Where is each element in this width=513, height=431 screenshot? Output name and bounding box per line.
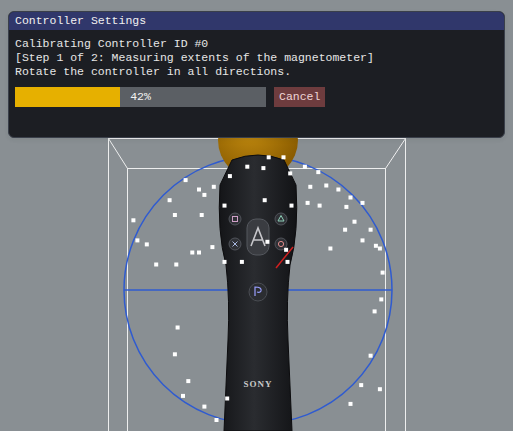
sample-point (344, 205, 348, 209)
sample-point (265, 240, 269, 244)
move-controller: SONY (218, 100, 298, 431)
sample-point (190, 251, 194, 255)
calibration-view: SONYController SettingsCalibrating Contr… (0, 0, 513, 431)
sample-point (343, 228, 347, 232)
sample-point (290, 204, 294, 208)
sample-point (282, 155, 286, 159)
sample-point (369, 228, 373, 232)
progress-fill (15, 87, 120, 107)
sample-point (245, 165, 249, 169)
sample-point (181, 394, 185, 398)
sample-point (336, 188, 340, 192)
sample-point (353, 220, 357, 224)
sample-point (286, 260, 290, 264)
sample-point (359, 383, 363, 387)
window-body: Calibrating Controller ID #0[Step 1 of 2… (9, 30, 504, 115)
sample-point (184, 178, 188, 182)
status-line: [Step 1 of 2: Measuring extents of the m… (15, 51, 498, 65)
sample-point (197, 188, 201, 192)
extent-sphere (124, 156, 392, 431)
sample-point (145, 242, 149, 246)
sample-point (316, 170, 320, 174)
sample-point (318, 204, 322, 208)
status-line: Rotate the controller in all directions. (15, 65, 498, 79)
sample-point (154, 263, 158, 267)
progress-row: 42% Cancel (15, 87, 498, 107)
sample-point (202, 193, 206, 197)
sample-point (369, 354, 373, 358)
sample-point (223, 204, 227, 208)
sample-point (228, 174, 232, 178)
sample-point (308, 185, 312, 189)
sample-point (176, 326, 180, 330)
sample-point (379, 297, 383, 301)
sample-point (261, 166, 265, 170)
cross-button-icon (229, 238, 241, 250)
sample-point (225, 397, 229, 401)
progress-reading: 42% (130, 90, 151, 104)
cancel-button[interactable]: Cancel (274, 87, 325, 107)
sample-point (173, 352, 177, 356)
sample-point (373, 309, 377, 313)
sample-point (374, 244, 378, 248)
window-title: Controller Settings (9, 12, 504, 30)
move-button-icon (247, 219, 269, 255)
sample-point (202, 405, 206, 409)
controller-logo: SONY (243, 379, 272, 389)
progress-bar: 42% (15, 87, 266, 107)
sample-point (174, 263, 178, 267)
triangle-button-icon (275, 213, 287, 225)
sample-point (267, 155, 271, 159)
sample-point (349, 196, 353, 200)
sample-point (135, 238, 139, 242)
sample-point (186, 379, 190, 383)
sample-point (197, 251, 201, 255)
sample-point (168, 198, 172, 202)
sample-point (288, 171, 292, 175)
sample-point (328, 247, 332, 251)
sample-point (361, 238, 365, 242)
sample-point (173, 213, 177, 217)
sample-point (378, 247, 382, 251)
sample-point (240, 260, 244, 264)
ps-button-icon (249, 283, 267, 301)
field-vector (276, 247, 293, 268)
controller-settings-window: Controller SettingsCalibrating Controlle… (8, 11, 505, 138)
sample-cloud (131, 155, 384, 422)
sample-point (200, 213, 204, 217)
sample-point (263, 198, 267, 202)
bounding-box (109, 139, 406, 431)
sample-point (223, 260, 227, 264)
sample-point (361, 201, 365, 205)
status-line: Calibrating Controller ID #0 (15, 37, 498, 51)
sample-point (349, 402, 353, 406)
sample-point (284, 248, 288, 252)
sample-point (215, 418, 219, 422)
sample-point (381, 271, 385, 275)
sample-point (303, 165, 307, 169)
sample-point (212, 185, 216, 189)
sample-point (131, 218, 135, 222)
sample-point (306, 201, 310, 205)
sample-point (210, 245, 214, 249)
sample-point (378, 387, 382, 391)
sample-point (324, 184, 328, 188)
square-button-icon (229, 213, 241, 225)
